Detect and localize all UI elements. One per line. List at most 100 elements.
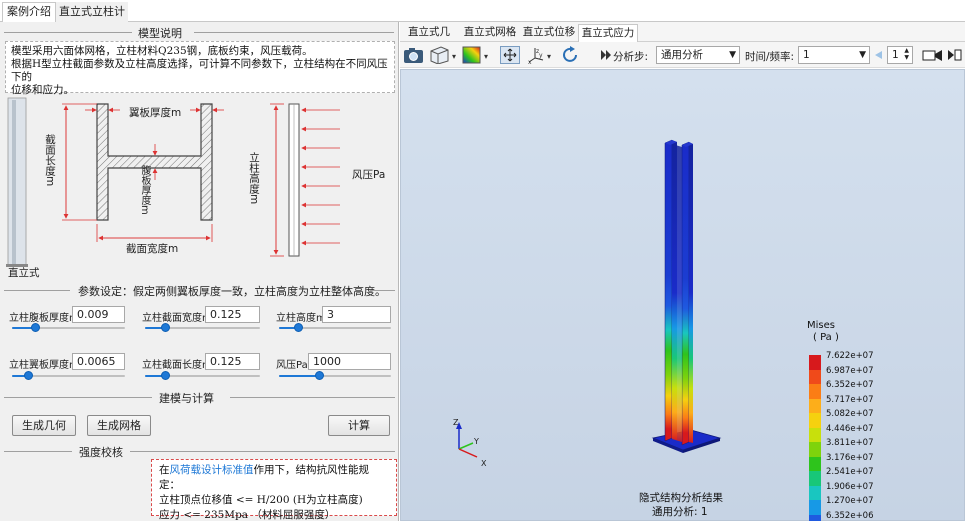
tab-geometry[interactable]: 直立式几何 (404, 24, 454, 54)
result-caption-subtitle: 通用分析: 1 (652, 506, 708, 518)
column-height-input[interactable]: 3 (322, 306, 391, 323)
svg-text:y: y (539, 52, 543, 59)
column-caption: 直立式 (8, 267, 40, 279)
legend-value: 5.717e+07 (826, 394, 874, 405)
compute-button[interactable]: 计算 (328, 415, 390, 436)
section-width-label: 截面宽度m (126, 243, 179, 255)
flange-thickness-param-label: 立柱翼板厚度m (9, 360, 79, 371)
tab-stress[interactable]: 直立式应力 (578, 24, 638, 42)
result-tab-bar: 直立式几何 直立式网格 直立式位移 直立式应力 (400, 22, 965, 54)
column-height-slider[interactable] (279, 323, 391, 332)
legend-swatch (809, 369, 821, 384)
check-line-2: 立柱顶点位移值 <= H/200 (H为立柱高度) (159, 494, 363, 506)
section-length-slider[interactable] (145, 371, 260, 380)
legend-title: Mises (807, 320, 835, 331)
viewer-toolbar: ▾ ▾ z y x ▾ 分析步: 通用分析 ▼ 时间/频率: 1 ▼ 1 ▲ ▼ (400, 42, 965, 68)
section-length-param-label: 立柱截面长度m (142, 360, 212, 371)
main-tab-bar: 案例介绍 直立式立柱计算 (0, 0, 965, 36)
section-width-input[interactable]: 0.125 (205, 306, 260, 323)
step-select[interactable]: 通用分析 ▼ (656, 46, 740, 64)
column-height-param-label: 立柱高度m (276, 313, 326, 324)
build-section-header: 建模与计算 (0, 390, 399, 405)
column-image (7, 97, 27, 267)
legend-swatch (809, 355, 821, 370)
model-section-header: 模型说明 (0, 25, 399, 40)
svg-text:x: x (528, 59, 532, 64)
legend-unit: ( Pa ) (813, 332, 839, 343)
stress-result-viewport[interactable]: Z Y X Mises ( Pa ) 7.622e+07 6.987e+07 6.3… (400, 69, 965, 521)
animation-icon[interactable] (922, 46, 946, 64)
legend-value: 4.446e+07 (826, 423, 874, 434)
web-thickness-slider[interactable] (12, 323, 125, 332)
tab-mesh[interactable]: 直立式网格 (461, 24, 519, 42)
generate-mesh-button[interactable]: 生成网格 (87, 415, 151, 436)
tab-displacement[interactable]: 直立式位移 (520, 24, 578, 42)
build-section-title: 建模与计算 (159, 392, 214, 405)
wind-pressure-label: 风压Pa (352, 169, 386, 181)
description-line-2: 根据H型立柱截面参数及立柱高度选择，可计算不同参数下，立柱结构在不同风压下的 (11, 58, 388, 83)
export-video-icon[interactable] (946, 46, 964, 64)
legend-swatch (809, 471, 821, 486)
axes-orientation-icon[interactable]: zyx▾ (527, 46, 555, 64)
legend-swatch (809, 427, 821, 442)
legend-color-bar (809, 355, 821, 521)
flange-thickness-slider[interactable] (12, 371, 125, 380)
reset-rotate-icon[interactable] (561, 46, 581, 64)
legend-value: 1.270e+07 (826, 496, 874, 506)
flange-thickness-input[interactable]: 0.0065 (72, 353, 125, 370)
previous-frame-icon[interactable] (873, 46, 887, 64)
svg-text:▾: ▾ (547, 52, 551, 61)
legend-swatch (809, 514, 821, 521)
legend-value: 2.541e+07 (826, 467, 874, 477)
legend-swatch (809, 500, 821, 515)
time-frequency-label: 时间/频率: (745, 51, 795, 63)
check-line-1: 在风荷载设计标准值作用下，结构抗风性能规定： (159, 464, 369, 491)
fit-view-icon[interactable] (500, 46, 520, 64)
right-panel: 直立式几何 直立式网格 直立式位移 直立式应力 ▾ ▾ zyx▾ 分析步: 通用… (400, 22, 965, 521)
section-width-slider[interactable] (145, 323, 260, 332)
svg-text:▾: ▾ (484, 52, 488, 61)
legend-value: 5.082e+07 (826, 409, 874, 419)
web-thickness-param-label: 立柱腹板厚度m (9, 313, 79, 324)
wind-pressure-slider[interactable] (279, 371, 391, 380)
chevron-down-icon: ▼ (859, 50, 866, 60)
section-length-input[interactable]: 0.125 (205, 353, 260, 370)
legend-value: 1.906e+07 (826, 481, 874, 492)
contour-color-icon[interactable]: ▾ (462, 46, 492, 64)
legend-swatch (809, 384, 821, 399)
flange-thickness-label: 翼板厚度m (129, 107, 182, 119)
column-height-label: 立柱高度m (248, 152, 260, 205)
web-thickness-input[interactable]: 0.009 (72, 306, 125, 323)
web-thickness-label: 腹板厚度m (139, 165, 150, 215)
column-section-diagram (6, 97, 340, 267)
tab-case-intro[interactable]: 案例介绍 (2, 2, 56, 22)
spinner-arrows-icon: ▲ ▼ (904, 47, 909, 61)
view-cube-icon[interactable]: ▾ (428, 46, 458, 64)
check-line-3: 应力 <= 235Mpa （材料屈服强度） (159, 509, 336, 521)
check-section-header: 强度校核 (0, 444, 399, 459)
legend-value: 3.176e+07 (826, 452, 874, 463)
model-section-title: 模型说明 (138, 27, 182, 40)
wind-load-standard-link: 风荷载设计标准值 (169, 464, 254, 476)
legend-value: 6.987e+07 (826, 365, 874, 376)
tab-column-calc[interactable]: 直立式立柱计算 (56, 2, 128, 36)
legend-value: 3.811e+07 (826, 438, 874, 448)
left-panel: 模型说明 模型采用六面体网格，立柱材料Q235钢，底板约束，风压载荷。 根据H型… (0, 22, 399, 521)
frame-spinner[interactable]: 1 ▲ ▼ (887, 46, 913, 64)
strength-check-note: 在风荷载设计标准值作用下，结构抗风性能规定： 立柱顶点位移值 <= H/200 … (151, 459, 397, 521)
wind-pressure-input[interactable]: 1000 (308, 353, 391, 370)
legend-swatch (809, 485, 821, 500)
legend-swatch (809, 413, 821, 428)
legend-value: 6.352e+07 (826, 380, 874, 390)
camera-icon[interactable] (403, 46, 425, 64)
generate-geometry-button[interactable]: 生成几何 (12, 415, 76, 436)
step-label: 分析步: (613, 51, 649, 63)
legend-swatch (809, 398, 821, 413)
step-icon (601, 50, 611, 60)
section-length-label: 截面长度m (44, 134, 56, 187)
description-line-1: 模型采用六面体网格，立柱材料Q235钢，底板约束，风压载荷。 (11, 45, 313, 57)
model-description: 模型采用六面体网格，立柱材料Q235钢，底板约束，风压载荷。 根据H型立柱截面参… (5, 41, 395, 96)
time-frequency-select[interactable]: 1 ▼ (798, 46, 870, 64)
result-caption-title: 隐式结构分析结果 (639, 492, 723, 504)
legend-value: 6.352e+06 (826, 510, 874, 521)
